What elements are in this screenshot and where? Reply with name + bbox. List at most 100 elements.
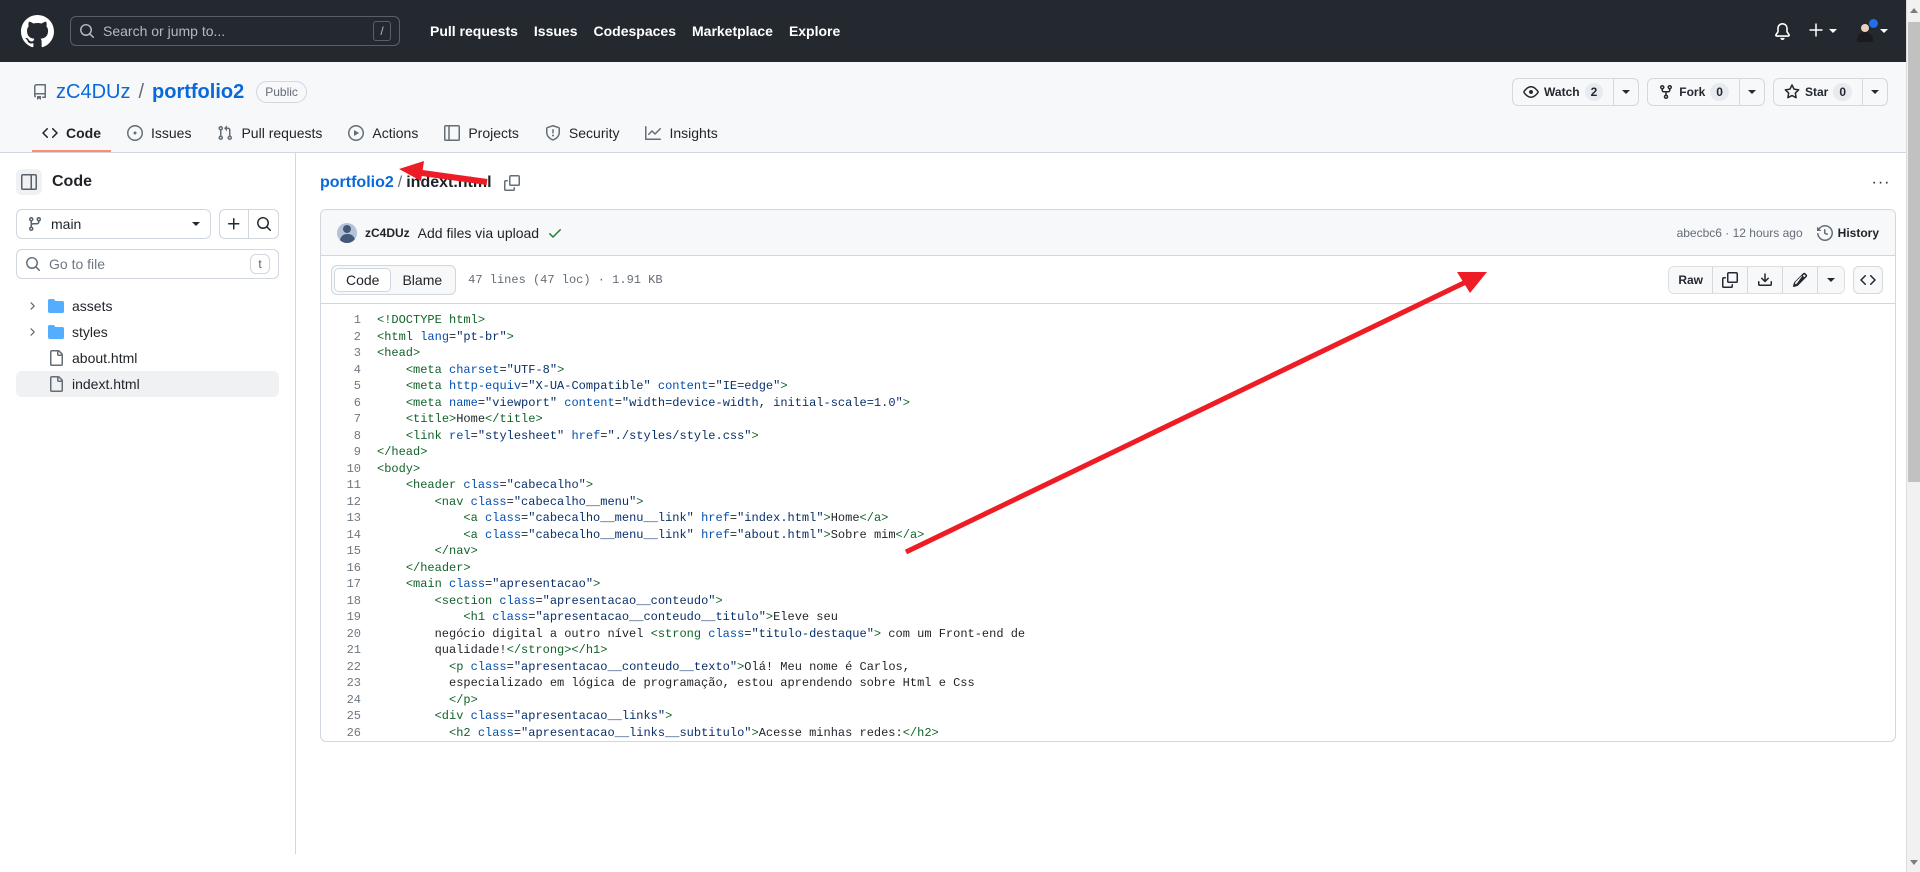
- star-icon: [1784, 84, 1800, 100]
- file-tree-sidebar: Code main t: [0, 153, 296, 854]
- copy-path-icon[interactable]: [500, 171, 524, 195]
- nav-marketplace[interactable]: Marketplace: [692, 23, 773, 39]
- star-button-group: Star 0: [1772, 78, 1888, 106]
- repo-name-link[interactable]: portfolio2: [152, 81, 244, 104]
- nav-codespaces[interactable]: Codespaces: [594, 23, 676, 39]
- code-line: <a class="cabecalho__menu__link" href="a…: [463, 527, 925, 542]
- line-number: 4: [353, 362, 361, 377]
- search-icon: [79, 23, 95, 39]
- tab-issues[interactable]: Issues: [117, 118, 201, 152]
- download-raw-file-button[interactable]: [1748, 266, 1783, 293]
- repo-action-buttons: Watch 2 Fork 0 Star 0: [1512, 78, 1888, 106]
- tab-pull-requests[interactable]: Pull requests: [207, 118, 332, 152]
- git-pull-request-icon: [217, 125, 233, 141]
- repo-owner-link[interactable]: zC4DUz: [56, 81, 130, 104]
- plus-icon: [1808, 22, 1824, 41]
- file-actions-group: Raw: [1668, 265, 1845, 294]
- branch-selector[interactable]: main: [16, 209, 211, 239]
- commit-hash-and-time[interactable]: abecbc6 · 12 hours ago: [1677, 226, 1803, 240]
- star-button[interactable]: Star 0: [1772, 78, 1863, 106]
- fork-button[interactable]: Fork 0: [1647, 78, 1740, 106]
- raw-button[interactable]: Raw: [1669, 266, 1713, 293]
- tree-file-indext-html[interactable]: indext.html: [16, 371, 279, 397]
- commit-message[interactable]: Add files via upload: [418, 225, 539, 241]
- commit-author-avatar: [337, 222, 357, 243]
- nav-explore[interactable]: Explore: [789, 23, 840, 39]
- tab-code-view[interactable]: Code: [334, 267, 392, 292]
- sidebar-search-button[interactable]: [249, 209, 279, 239]
- line-number: 17: [346, 577, 361, 591]
- repo-title: zC4DUz / portfolio2 Public: [32, 81, 307, 104]
- go-to-file-input[interactable]: t: [16, 249, 279, 279]
- sidebar-collapse-icon[interactable]: [16, 169, 42, 195]
- code-line: <head>: [377, 346, 421, 360]
- go-to-file-shortcut-key: t: [250, 254, 270, 274]
- table-icon: [444, 125, 461, 141]
- fork-dropdown-button[interactable]: [1739, 78, 1765, 106]
- code-line: <h2 class="apresentacao__links__subtitul…: [449, 725, 939, 740]
- check-icon[interactable]: [547, 225, 563, 241]
- code-line: <html lang="pt-br">: [377, 329, 514, 344]
- add-file-button[interactable]: [219, 209, 249, 239]
- tab-insights-label: Insights: [669, 125, 718, 141]
- tab-security[interactable]: Security: [535, 118, 630, 152]
- account-menu[interactable]: [1854, 17, 1888, 42]
- breadcrumb-current-file: indext.html: [406, 174, 492, 191]
- edit-dropdown-button[interactable]: [1818, 266, 1844, 293]
- status-badge: [1868, 17, 1879, 29]
- tab-code[interactable]: Code: [32, 118, 111, 152]
- nav-issues[interactable]: Issues: [534, 23, 578, 39]
- file-icon: [48, 376, 64, 392]
- breadcrumb-row: portfolio2/indext.html ···: [320, 167, 1896, 199]
- repository-header: zC4DUz / portfolio2 Public Watch 2 Fork …: [0, 62, 1920, 153]
- chevron-right-icon: [24, 326, 40, 338]
- line-number: 13: [346, 511, 361, 525]
- star-dropdown-button[interactable]: [1863, 78, 1888, 106]
- commit-author-name[interactable]: zC4DUz: [365, 226, 410, 240]
- symbols-panel-button[interactable]: [1853, 265, 1883, 294]
- edit-file-button[interactable]: [1783, 266, 1818, 293]
- history-link[interactable]: History: [1816, 224, 1879, 241]
- scrollbar-thumb[interactable]: [1908, 22, 1920, 482]
- scroll-up-arrow-icon[interactable]: [1907, 0, 1920, 20]
- tree-file-about-html[interactable]: about.html: [16, 345, 279, 371]
- scroll-down-arrow-icon[interactable]: [1907, 852, 1920, 872]
- code-line: <main class="apresentacao">: [405, 577, 601, 591]
- chevron-down-icon: [1880, 29, 1888, 33]
- global-header: Search or jump to... / Pull requests Iss…: [0, 0, 1920, 62]
- line-number: 24: [346, 692, 361, 707]
- bell-icon[interactable]: [1774, 22, 1791, 40]
- page-scrollbar[interactable]: [1906, 0, 1920, 872]
- breadcrumb-repo-link[interactable]: portfolio2: [320, 174, 394, 191]
- tab-insights[interactable]: Insights: [635, 118, 727, 152]
- code-content[interactable]: <!DOCTYPE html> <html lang="pt-br"> <head>…: [377, 312, 1895, 741]
- eye-icon: [1523, 84, 1539, 100]
- code-line: <!DOCTYPE html>: [377, 313, 486, 327]
- line-number: 19: [346, 610, 361, 624]
- tab-blame-view[interactable]: Blame: [391, 268, 453, 292]
- code-line: </nav>: [434, 544, 478, 558]
- plus-icon: [226, 216, 242, 232]
- watch-button[interactable]: Watch 2: [1512, 78, 1615, 106]
- latest-commit-bar: zC4DUz Add files via upload abecbc6 · 12…: [321, 210, 1895, 256]
- code-line: <nav class="cabecalho__menu">: [434, 494, 644, 509]
- tree-folder-label: styles: [72, 324, 108, 340]
- tree-folder-assets[interactable]: assets: [16, 293, 279, 319]
- go-to-file-field[interactable]: [49, 256, 242, 272]
- create-new-menu[interactable]: [1808, 22, 1837, 41]
- copy-raw-contents-button[interactable]: [1713, 266, 1748, 293]
- tab-actions[interactable]: Actions: [338, 118, 428, 152]
- more-options-button[interactable]: ···: [1866, 169, 1896, 197]
- watch-dropdown-button[interactable]: [1614, 78, 1640, 106]
- search-input[interactable]: Search or jump to... /: [70, 16, 400, 46]
- avatar: [1854, 17, 1879, 42]
- github-mark-icon[interactable]: [20, 14, 54, 48]
- breadcrumb-separator: /: [397, 174, 403, 191]
- line-number: 2: [353, 329, 361, 344]
- code-blame-toggle: Code Blame: [331, 264, 457, 295]
- tree-folder-styles[interactable]: styles: [16, 319, 279, 345]
- chevron-down-icon: [1622, 90, 1631, 94]
- nav-pull-requests[interactable]: Pull requests: [430, 23, 518, 39]
- tab-projects[interactable]: Projects: [434, 118, 529, 152]
- line-number: 25: [346, 709, 361, 723]
